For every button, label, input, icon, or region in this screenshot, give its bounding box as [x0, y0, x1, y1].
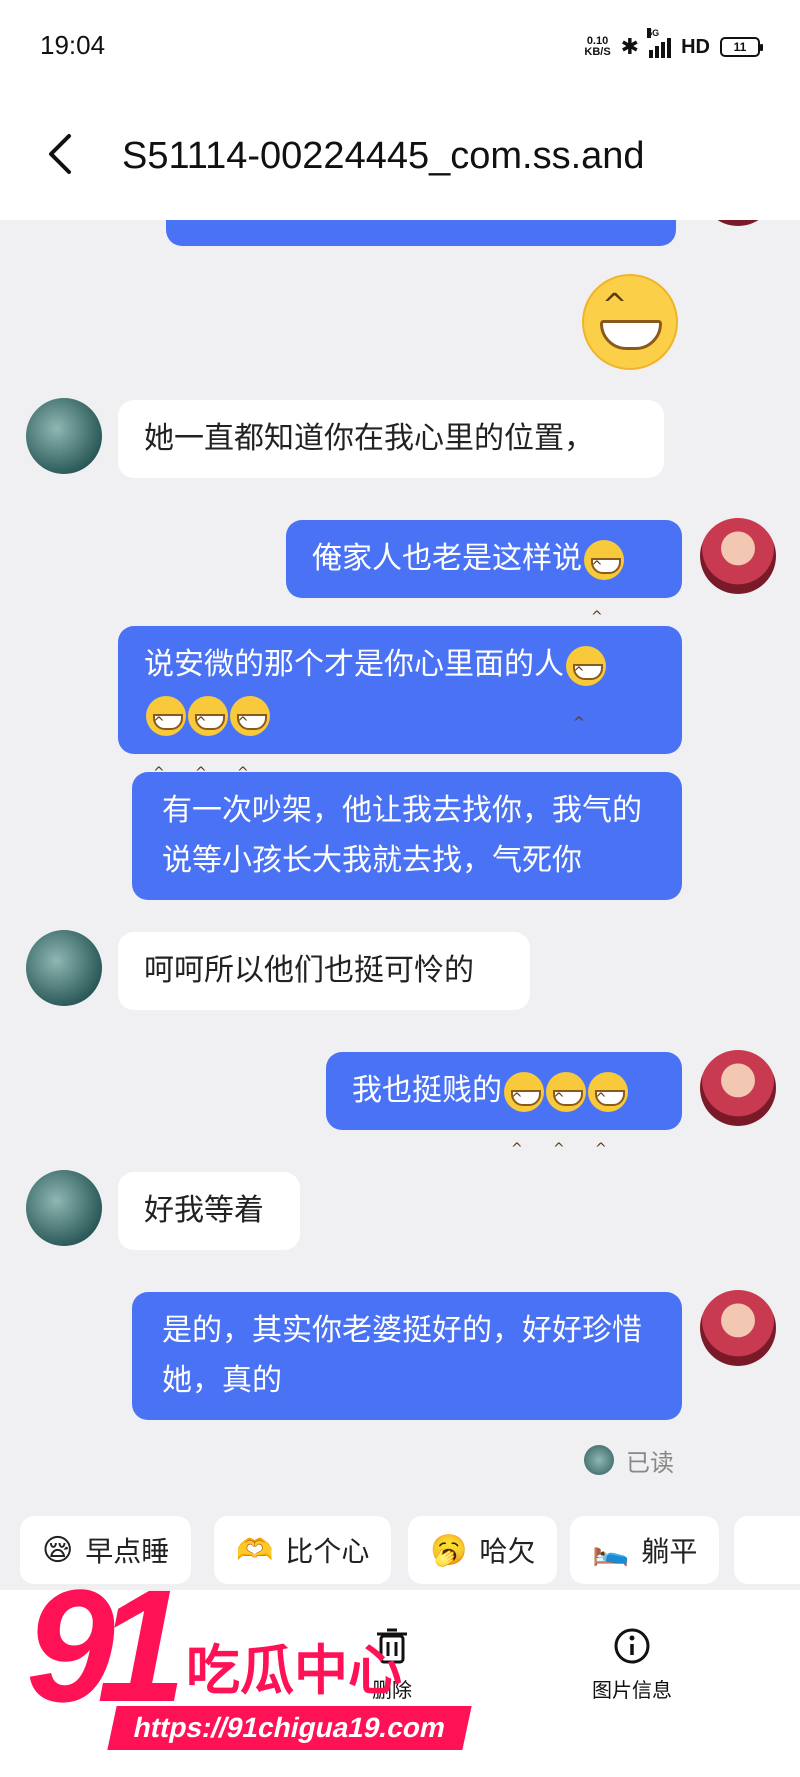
avatar-other[interactable]: [26, 1170, 102, 1246]
grin-emoji: [146, 695, 186, 798]
message-bubble[interactable]: 呵呵所以他们也挺可怜的: [118, 932, 530, 1010]
avatar-other[interactable]: [26, 930, 102, 1006]
quick-reply-bar: 😪 早点睡 🫶 比个心 🥱 哈欠 🛌 躺平: [0, 1510, 800, 1590]
chat-header: S51114-00224445_com.ss.and: [0, 92, 800, 220]
status-icons: 0.10 KB/S ✱ 5G HD 11: [584, 28, 763, 64]
grin-emoji: [588, 1071, 628, 1174]
quick-reply-heart[interactable]: 🫶 比个心: [214, 1516, 392, 1584]
avatar-me[interactable]: [700, 1050, 776, 1126]
sleep-icon: 😪: [42, 1532, 74, 1568]
lie-flat-icon: 🛌: [592, 1532, 630, 1568]
grin-emoji: [230, 695, 270, 798]
chat-title: S51114-00224445_com.ss.and: [122, 135, 645, 177]
avatar-me[interactable]: [700, 518, 776, 594]
quick-reply-more[interactable]: [734, 1516, 800, 1584]
chat-area[interactable]: ^ ^ 她一直都知道你在我心里的位置， 俺家人也老是这样说 说安微的那个才是你心…: [0, 220, 800, 1510]
quick-reply-lie-flat[interactable]: 🛌 躺平: [570, 1516, 720, 1584]
bluetooth-icon: ✱: [620, 34, 640, 59]
back-button[interactable]: [40, 126, 80, 182]
message-bubble[interactable]: 俺家人也老是这样说: [286, 520, 682, 642]
chevron-left-icon: [49, 134, 71, 174]
grin-emoji: [566, 645, 606, 748]
quick-reply-yawn[interactable]: 🥱 哈欠: [408, 1516, 558, 1584]
status-bar: 19:04 0.10 KB/S ✱ 5G HD 11: [0, 0, 800, 92]
read-receipt: 已读: [584, 1442, 674, 1478]
hd-indicator: HD: [681, 35, 710, 58]
message-bubble[interactable]: 是的，其实你老婆挺好的，好好珍惜她，真的: [132, 1292, 682, 1420]
battery-icon: 11: [720, 37, 763, 57]
message-bubble[interactable]: 说安微的那个才是你心里面的人: [118, 626, 682, 798]
trash-icon: [377, 1628, 407, 1664]
message-bubble[interactable]: 好我等着: [118, 1172, 300, 1250]
avatar-me[interactable]: [700, 220, 776, 226]
heart-hand-icon: 🫶: [236, 1532, 274, 1568]
grin-emoji-sticker[interactable]: ^ ^: [582, 274, 678, 370]
grin-emoji: [188, 695, 228, 798]
grin-emoji: [546, 1071, 586, 1174]
image-info-button[interactable]: 图片信息: [592, 1626, 672, 1703]
read-avatar: [584, 1445, 614, 1475]
bottom-action-bar: 删除 图片信息: [0, 1590, 800, 1777]
avatar-me[interactable]: [700, 1290, 776, 1366]
info-icon: [614, 1628, 650, 1664]
status-time: 19:04: [40, 30, 106, 60]
message-bubble[interactable]: 她一直都知道你在我心里的位置，: [118, 400, 664, 478]
message-bubble[interactable]: 有一次吵架，他让我去找你，我气的说等小孩长大我就去找，气死你: [132, 772, 682, 900]
yawn-icon: 🥱: [430, 1532, 468, 1568]
grin-emoji: [504, 1071, 544, 1174]
network-speed: 0.10 KB/S: [584, 35, 611, 58]
message-bubble-partial: [166, 220, 676, 246]
avatar-other[interactable]: [26, 398, 102, 474]
grin-emoji: [584, 539, 624, 642]
signal-icon: 5G: [647, 28, 672, 58]
message-bubble[interactable]: 我也挺贱的: [326, 1052, 682, 1174]
quick-reply-sleep[interactable]: 😪 早点睡: [20, 1516, 192, 1584]
delete-button[interactable]: 删除: [372, 1626, 412, 1703]
